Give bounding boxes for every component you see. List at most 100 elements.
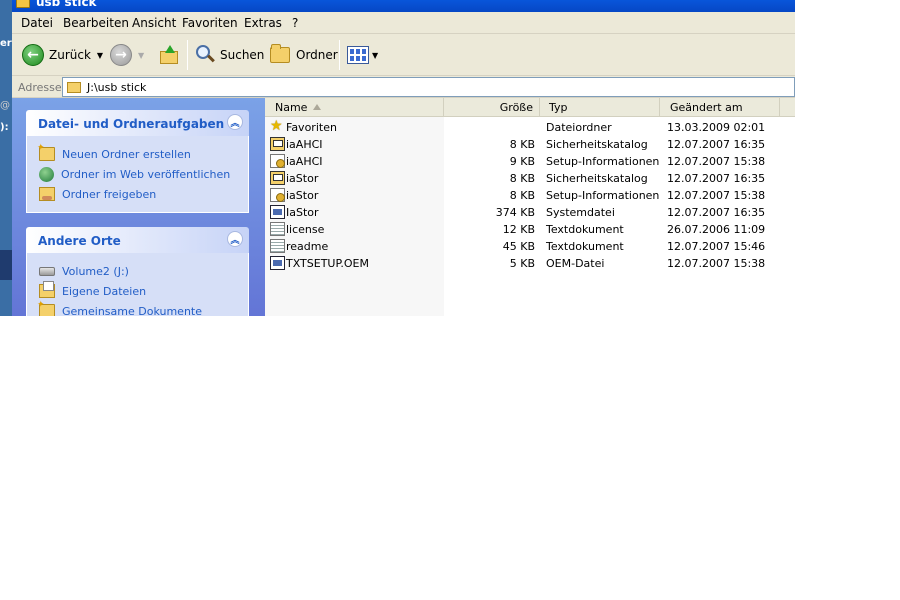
- text-document-icon: [270, 222, 285, 236]
- file-name: license: [286, 223, 325, 236]
- file-row[interactable]: iaStor 8 KB Setup-Informationen 12.07.2007 …: [265, 187, 795, 204]
- system-file-icon: [270, 256, 285, 270]
- column-label: Geändert am: [670, 101, 743, 114]
- file-size: 5 KB: [509, 257, 535, 270]
- folder-icon: [270, 44, 290, 63]
- collapse-chevron-icon[interactable]: ︽: [227, 231, 243, 247]
- file-name: iaAHCI: [286, 155, 323, 168]
- setup-info-icon: [270, 154, 285, 168]
- toolbar-separator: [187, 40, 188, 70]
- shared-folder-icon: [37, 300, 55, 316]
- search-button[interactable]: Suchen: [194, 42, 264, 68]
- file-size: 374 KB: [495, 206, 535, 219]
- panel-title: Andere Orte: [38, 234, 121, 248]
- menu-bar: Datei Bearbeiten Ansicht Favoriten Extra…: [12, 12, 795, 34]
- task-new-folder[interactable]: Neuen Ordner erstellen: [37, 143, 248, 164]
- column-header-filler: [780, 98, 795, 117]
- place-shared-documents[interactable]: Gemeinsame Dokumente: [37, 300, 248, 317]
- favorites-folder-icon: ★: [270, 118, 283, 134]
- chevron-down-icon[interactable]: ▼: [138, 51, 144, 60]
- address-input[interactable]: J:\usb stick: [62, 77, 795, 97]
- title-bar[interactable]: usb stick: [12, 0, 795, 12]
- file-row[interactable]: iaAHCI 8 KB Sicherheitskatalog 12.07.2007 1…: [265, 136, 795, 153]
- task-publish-web[interactable]: Ordner im Web veröffentlichen: [39, 164, 248, 184]
- address-path: J:\usb stick: [87, 80, 147, 94]
- folder-up-icon: [159, 45, 179, 65]
- chevron-down-icon[interactable]: ▼: [372, 51, 378, 60]
- search-label: Suchen: [220, 48, 265, 62]
- place-label: Eigene Dateien: [62, 284, 147, 298]
- panel-header[interactable]: Datei- und Ordneraufgaben ︽: [26, 110, 249, 136]
- file-name: readme: [286, 240, 329, 253]
- forward-button[interactable]: → ▼: [110, 42, 144, 68]
- column-header-type[interactable]: Typ: [540, 98, 660, 117]
- menu-help[interactable]: ?: [292, 16, 298, 30]
- column-label: Name: [275, 101, 308, 114]
- file-size: 45 KB: [502, 240, 535, 253]
- file-date: 12.07.2007 16:35: [667, 138, 766, 151]
- file-type: Textdokument: [546, 240, 624, 253]
- file-name: iaAHCI: [286, 138, 323, 151]
- arrow-right-icon: →: [110, 44, 132, 66]
- file-row[interactable]: readme 45 KB Textdokument 12.07.2007 15:46: [265, 238, 795, 255]
- column-header-size[interactable]: Größe: [444, 98, 540, 117]
- file-date: 12.07.2007 15:38: [667, 189, 766, 202]
- task-label: Ordner freigeben: [62, 187, 157, 201]
- file-name: Favoriten: [286, 121, 337, 134]
- menu-view[interactable]: Ansicht: [132, 16, 176, 30]
- address-bar: Adresse J:\usb stick: [12, 76, 795, 98]
- column-header-name[interactable]: Name: [265, 98, 444, 117]
- menu-tools[interactable]: Extras: [244, 16, 282, 30]
- view-grid-icon: [347, 46, 369, 64]
- place-label: Gemeinsame Dokumente: [62, 304, 202, 317]
- back-label: Zurück: [49, 48, 91, 62]
- search-icon: [194, 44, 216, 66]
- toolbar: ← Zurück ▼ → ▼ Suchen Ordner ▼: [12, 34, 795, 76]
- file-date: 12.07.2007 15:46: [667, 240, 766, 253]
- task-share-folder[interactable]: Ordner freigeben: [39, 184, 248, 204]
- file-type: Systemdatei: [546, 206, 615, 219]
- file-date: 12.07.2007 15:38: [667, 155, 766, 168]
- file-name: iaStor: [286, 172, 319, 185]
- file-row[interactable]: IaStor 374 KB Systemdatei 12.07.2007 16:35: [265, 204, 795, 221]
- window-title: usb stick: [36, 0, 97, 9]
- column-header-date[interactable]: Geändert am: [660, 98, 780, 117]
- chevron-down-icon[interactable]: ▼: [97, 51, 103, 60]
- drive-icon: [39, 266, 55, 276]
- file-row[interactable]: iaStor 8 KB Sicherheitskatalog 12.07.2007 1…: [265, 170, 795, 187]
- my-documents-icon: [39, 281, 55, 298]
- globe-icon: [39, 166, 54, 182]
- file-type: Setup-Informationen: [546, 155, 660, 168]
- up-folder-button[interactable]: [159, 42, 179, 68]
- toolbar-separator: [339, 40, 340, 70]
- task-label: Ordner im Web veröffentlichen: [61, 167, 231, 181]
- file-date: 12.07.2007 16:35: [667, 206, 766, 219]
- menu-file[interactable]: Datei: [21, 16, 53, 30]
- collapse-chevron-icon[interactable]: ︽: [227, 114, 243, 130]
- file-size: 8 KB: [509, 138, 535, 151]
- new-folder-icon: [37, 143, 55, 161]
- menu-favorites[interactable]: Favoriten: [182, 16, 238, 30]
- security-catalog-icon: [270, 137, 285, 151]
- file-row[interactable]: iaAHCI 9 KB Setup-Informationen 12.07.2007 …: [265, 153, 795, 170]
- file-type: Textdokument: [546, 223, 624, 236]
- desktop-background-strip: er @ ):: [0, 0, 12, 316]
- views-button[interactable]: ▼: [347, 42, 378, 68]
- file-type: OEM-Datei: [546, 257, 605, 270]
- back-button[interactable]: ← Zurück ▼: [22, 42, 103, 68]
- place-label: Volume2 (J:): [62, 264, 129, 278]
- folders-button[interactable]: Ordner: [270, 42, 338, 68]
- menu-edit[interactable]: Bearbeiten: [63, 16, 129, 30]
- file-row[interactable]: ★ Favoriten Dateiordner 13.03.2009 02:01: [265, 119, 795, 136]
- panel-body: Neuen Ordner erstellen Ordner im Web ver…: [26, 136, 249, 213]
- place-my-documents[interactable]: Eigene Dateien: [39, 281, 248, 301]
- address-label: Adresse: [18, 81, 62, 94]
- panel-header[interactable]: Andere Orte ︽: [26, 227, 249, 253]
- place-volume2[interactable]: Volume2 (J:): [39, 261, 248, 281]
- file-row[interactable]: license 12 KB Textdokument 26.07.2006 11:09: [265, 221, 795, 238]
- file-date: 12.07.2007 15:38: [667, 257, 766, 270]
- file-row[interactable]: TXTSETUP.OEM 5 KB OEM-Datei 12.07.2007 15:3…: [265, 255, 795, 272]
- file-size: 9 KB: [509, 155, 535, 168]
- file-name: IaStor: [286, 206, 319, 219]
- explorer-window: usb stick Datei Bearbeiten Ansicht Favor…: [12, 0, 795, 316]
